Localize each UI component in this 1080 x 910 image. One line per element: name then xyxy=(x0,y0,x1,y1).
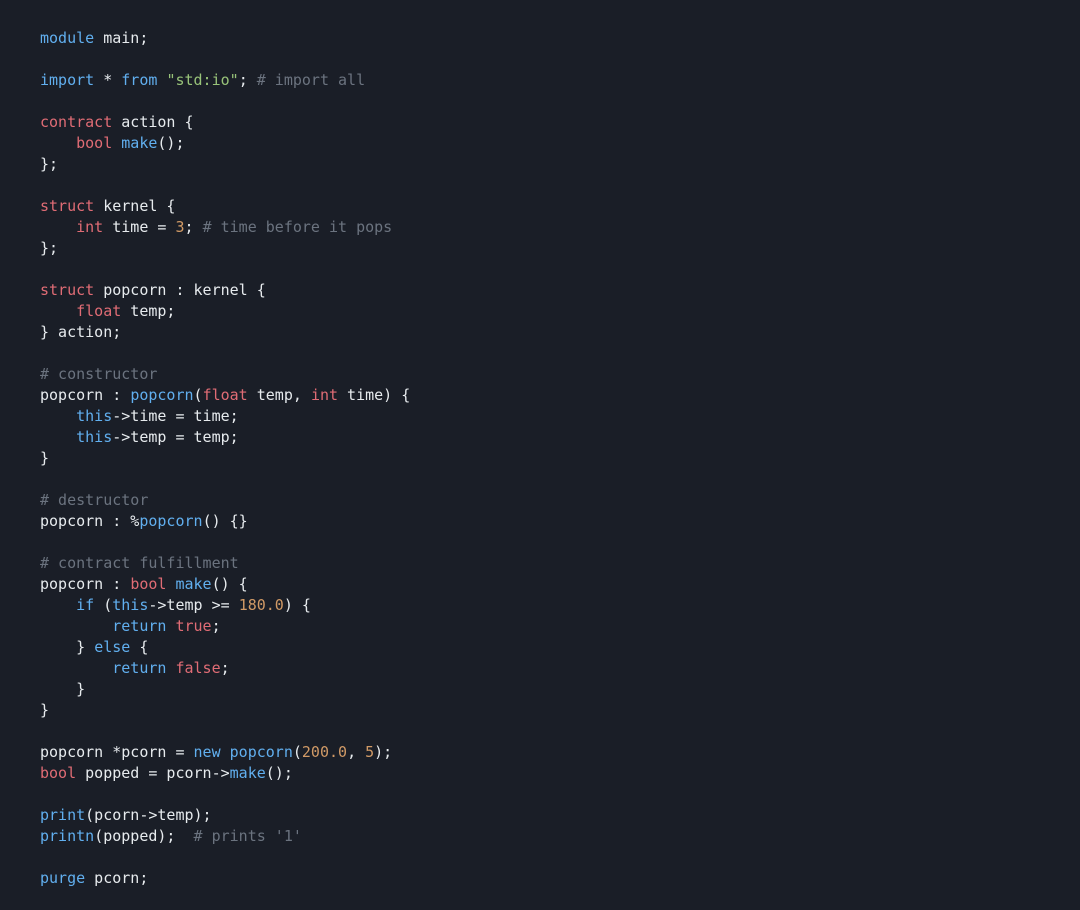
token-fn: popcorn xyxy=(130,386,193,404)
token-fn: make xyxy=(121,134,157,152)
token-bool: true xyxy=(175,617,211,635)
token-dkw: int xyxy=(76,218,103,236)
token-num: 180.0 xyxy=(239,596,284,614)
token-cmt: # prints '1' xyxy=(194,827,302,845)
token-kw: if xyxy=(76,596,94,614)
token-fn: printn xyxy=(40,827,94,845)
token-dkw: struct xyxy=(40,281,94,299)
token-fn: popcorn xyxy=(230,743,293,761)
token-kw: return xyxy=(112,659,166,677)
token-cmt: # time before it pops xyxy=(203,218,393,236)
token-kw: import xyxy=(40,71,94,89)
token-kw: this xyxy=(76,407,112,425)
token-num: 5 xyxy=(365,743,374,761)
token-cmt: # import all xyxy=(257,71,365,89)
token-cmt: # destructor xyxy=(40,491,148,509)
token-dkw: bool xyxy=(130,575,166,593)
token-dkw: bool xyxy=(76,134,112,152)
token-fn: popcorn xyxy=(139,512,202,530)
token-kw: else xyxy=(94,638,130,656)
token-kw: new xyxy=(194,743,221,761)
code-block: module main; import * from "std:io"; # i… xyxy=(0,0,1080,910)
token-num: 200.0 xyxy=(302,743,347,761)
token-fn: print xyxy=(40,806,85,824)
token-bool: false xyxy=(175,659,220,677)
token-num: 3 xyxy=(175,218,184,236)
token-kw: this xyxy=(76,428,112,446)
token-dkw: float xyxy=(76,302,121,320)
token-dkw: contract xyxy=(40,113,112,131)
token-kw: this xyxy=(112,596,148,614)
token-dkw: int xyxy=(311,386,338,404)
token-cmt: # constructor xyxy=(40,365,157,383)
token-dkw: bool xyxy=(40,764,76,782)
token-kw: purge xyxy=(40,869,85,887)
token-dkw: struct xyxy=(40,197,94,215)
token-fn: make xyxy=(230,764,266,782)
token-cmt: # contract fulfillment xyxy=(40,554,239,572)
token-kw: module xyxy=(40,29,94,47)
token-kw: return xyxy=(112,617,166,635)
token-str: "std:io" xyxy=(166,71,238,89)
token-dkw: float xyxy=(203,386,248,404)
token-kw: from xyxy=(121,71,157,89)
token-fn: make xyxy=(175,575,211,593)
